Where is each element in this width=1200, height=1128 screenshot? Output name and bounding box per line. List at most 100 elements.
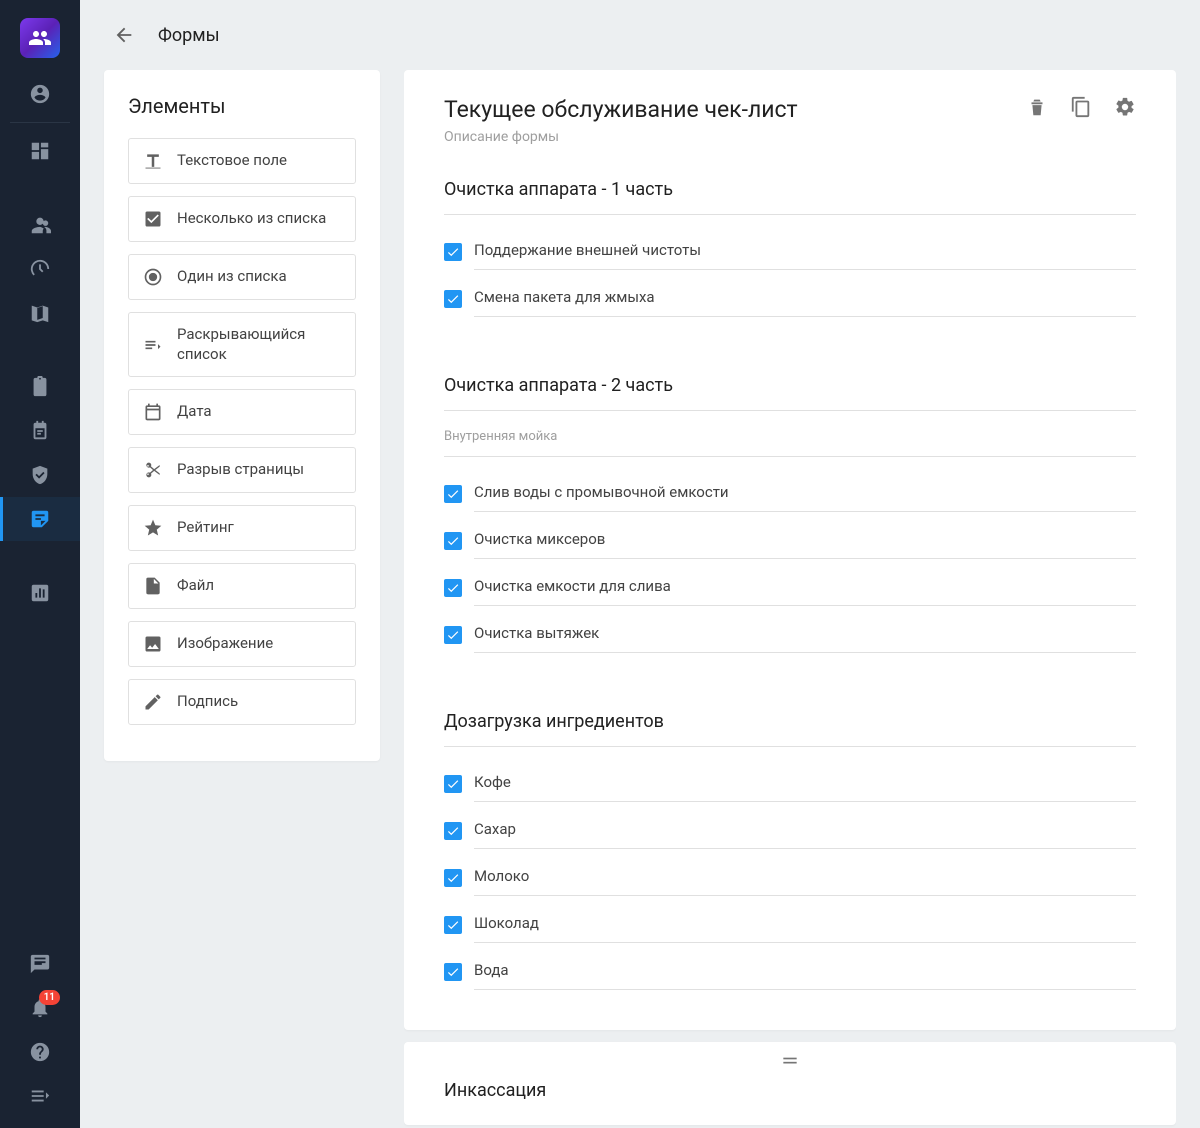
checklist-label: Очистка миксеров	[474, 530, 1136, 559]
elements-palette: Элементы Текстовое поле Несколько из спи…	[104, 70, 380, 761]
checkbox-checked-icon[interactable]	[444, 963, 462, 981]
form-card-main[interactable]: Текущее обслуживание чек-лист Описание	[404, 70, 1176, 1030]
section-title[interactable]: Очистка аппарата - 2 часть	[444, 375, 1136, 411]
checklist-item[interactable]: Очистка вытяжек	[444, 616, 1136, 653]
page-title: Формы	[158, 25, 220, 46]
palette-checkbox-list[interactable]: Несколько из списка	[128, 196, 356, 242]
checkbox-checked-icon[interactable]	[444, 626, 462, 644]
checklist-label: Очистка вытяжек	[474, 624, 1136, 653]
checklist-item[interactable]: Вода	[444, 953, 1136, 990]
checklist-item[interactable]: Кофе	[444, 765, 1136, 802]
section-title[interactable]: Инкассация	[444, 1080, 1136, 1101]
section-title[interactable]: Дозагрузка ингредиентов	[444, 711, 1136, 747]
form-canvas: Текущее обслуживание чек-лист Описание	[404, 70, 1176, 1128]
checkbox-icon	[143, 209, 163, 229]
palette-radio-list[interactable]: Один из списка	[128, 254, 356, 300]
checklist-label: Очистка емкости для слива	[474, 577, 1136, 606]
page-header: Формы	[80, 0, 1200, 70]
nav-target-icon[interactable]	[0, 247, 80, 291]
file-icon	[143, 576, 163, 596]
checkbox-checked-icon[interactable]	[444, 775, 462, 793]
checkbox-checked-icon[interactable]	[444, 243, 462, 261]
palette-item-label: Текстовое поле	[177, 151, 287, 171]
nav-notifications-icon[interactable]: 11	[0, 986, 80, 1030]
checkbox-checked-icon[interactable]	[444, 290, 462, 308]
checklist-item[interactable]: Очистка емкости для слива	[444, 569, 1136, 606]
palette-item-label: Подпись	[177, 692, 238, 712]
checklist-label: Смена пакета для жмыха	[474, 288, 1136, 317]
nav-forms-icon[interactable]	[0, 497, 80, 541]
form-title[interactable]: Текущее обслуживание чек-лист	[444, 96, 1026, 123]
scissors-icon	[143, 460, 163, 480]
signature-icon	[143, 692, 163, 712]
palette-item-label: Раскрывающийся список	[177, 325, 341, 364]
nav-users-icon[interactable]	[0, 203, 80, 247]
back-button[interactable]	[108, 19, 140, 51]
checklist-item[interactable]: Смена пакета для жмыха	[444, 280, 1136, 317]
checklist-item[interactable]: Шоколад	[444, 906, 1136, 943]
checklist-item[interactable]: Молоко	[444, 859, 1136, 896]
nav-analytics-icon[interactable]	[0, 571, 80, 615]
nav-map-icon[interactable]	[0, 291, 80, 335]
section-subhead[interactable]: Внутренняя мойка	[444, 429, 1136, 457]
checklist-label: Слив воды с промывочной емкости	[474, 483, 1136, 512]
nav-clipboard-icon[interactable]	[0, 365, 80, 409]
copy-icon	[1070, 96, 1092, 118]
palette-signature[interactable]: Подпись	[128, 679, 356, 725]
notifications-badge: 11	[39, 990, 60, 1005]
text-field-icon	[143, 151, 163, 171]
checklist-item[interactable]: Поддержание внешней чистоты	[444, 233, 1136, 270]
checkbox-checked-icon[interactable]	[444, 869, 462, 887]
content-row: Элементы Текстовое поле Несколько из спи…	[80, 70, 1200, 1128]
palette-file[interactable]: Файл	[128, 563, 356, 609]
delete-button[interactable]	[1026, 96, 1048, 118]
checklist-item[interactable]: Сахар	[444, 812, 1136, 849]
palette-item-label: Дата	[177, 402, 212, 422]
checklist-item[interactable]: Слив воды с промывочной емкости	[444, 475, 1136, 512]
star-icon	[143, 518, 163, 538]
form-card-next[interactable]: Инкассация	[404, 1042, 1176, 1125]
copy-button[interactable]	[1070, 96, 1092, 118]
checklist-label: Шоколад	[474, 914, 1136, 943]
palette-item-label: Изображение	[177, 634, 273, 654]
palette-text-field[interactable]: Текстовое поле	[128, 138, 356, 184]
section-title[interactable]: Очистка аппарата - 1 часть	[444, 179, 1136, 215]
palette-title: Элементы	[128, 94, 356, 118]
checklist-item[interactable]: Очистка миксеров	[444, 522, 1136, 559]
nav-account-icon[interactable]	[0, 72, 80, 116]
palette-item-label: Один из списка	[177, 267, 287, 287]
palette-page-break[interactable]: Разрыв страницы	[128, 447, 356, 493]
checklist-label: Молоко	[474, 867, 1136, 896]
checkbox-checked-icon[interactable]	[444, 822, 462, 840]
gear-icon	[1114, 96, 1136, 118]
checkbox-checked-icon[interactable]	[444, 579, 462, 597]
nav-dashboard-icon[interactable]	[0, 129, 80, 173]
app-logo[interactable]	[20, 18, 60, 58]
date-icon	[143, 402, 163, 422]
nav-calendar-task-icon[interactable]	[0, 409, 80, 453]
palette-rating[interactable]: Рейтинг	[128, 505, 356, 551]
drag-handle-icon[interactable]	[444, 1056, 1136, 1066]
palette-item-label: Разрыв страницы	[177, 460, 304, 480]
nav-chat-icon[interactable]	[0, 942, 80, 986]
dropdown-icon	[143, 335, 163, 355]
checkbox-checked-icon[interactable]	[444, 485, 462, 503]
main-area: Формы Элементы Текстовое поле Несколько …	[80, 0, 1200, 1128]
palette-item-label: Рейтинг	[177, 518, 234, 538]
checkbox-checked-icon[interactable]	[444, 532, 462, 550]
palette-item-label: Файл	[177, 576, 214, 596]
nav-help-icon[interactable]	[0, 1030, 80, 1074]
palette-image[interactable]: Изображение	[128, 621, 356, 667]
radio-icon	[143, 267, 163, 287]
palette-dropdown[interactable]: Раскрывающийся список	[128, 312, 356, 377]
palette-date[interactable]: Дата	[128, 389, 356, 435]
form-description[interactable]: Описание формы	[444, 129, 1136, 145]
settings-button[interactable]	[1114, 96, 1136, 118]
checkbox-checked-icon[interactable]	[444, 916, 462, 934]
nav-shield-icon[interactable]	[0, 453, 80, 497]
palette-item-label: Несколько из списка	[177, 209, 326, 229]
nav-collapse-icon[interactable]	[0, 1074, 80, 1118]
checklist-label: Кофе	[474, 773, 1136, 802]
image-icon	[143, 634, 163, 654]
checklist-label: Сахар	[474, 820, 1136, 849]
